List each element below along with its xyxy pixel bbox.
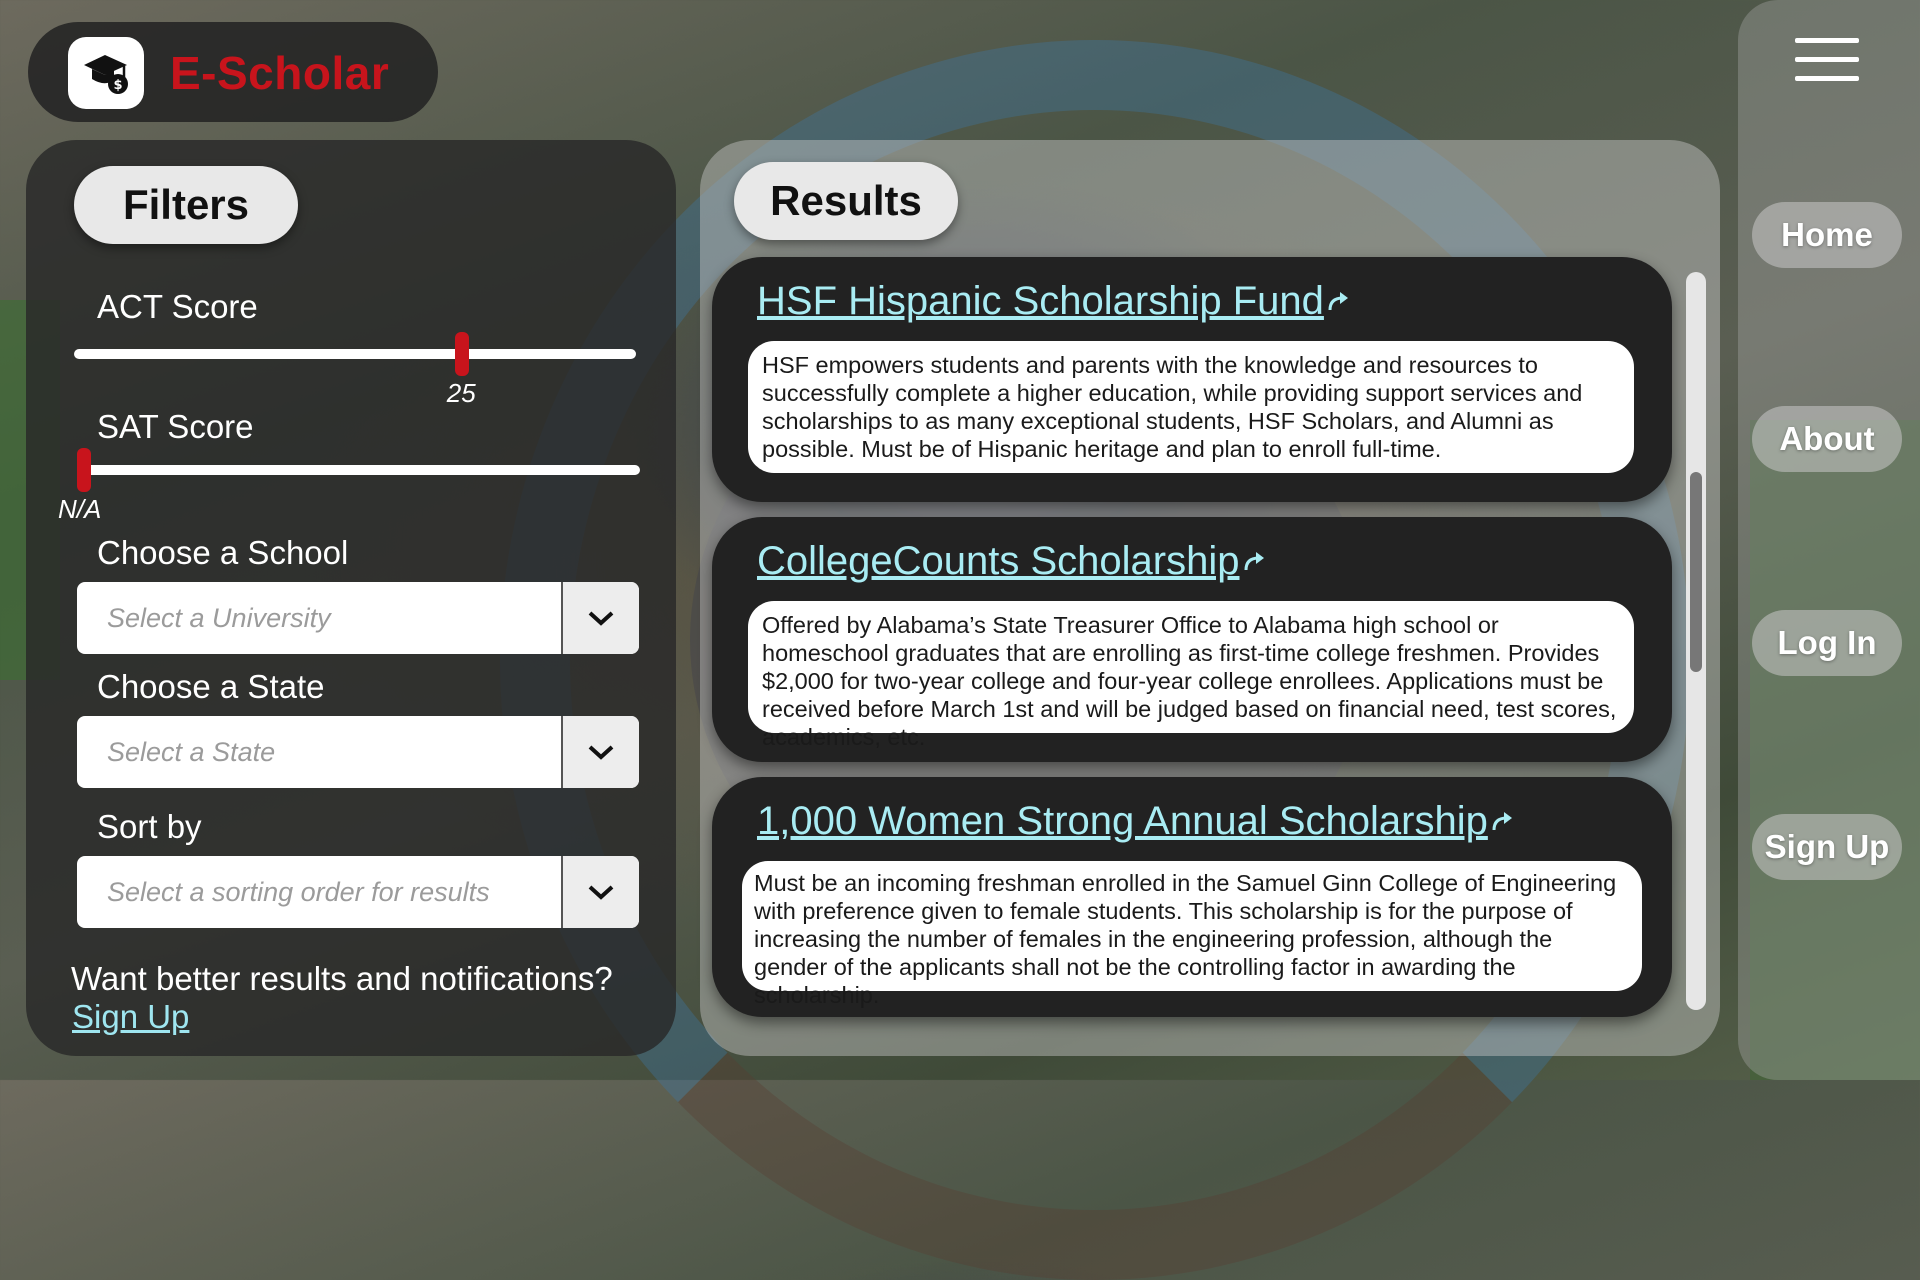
sat-score-label: SAT Score xyxy=(97,408,254,445)
result-card: 1,000 Women Strong Annual Scholarship Mu… xyxy=(712,777,1672,1017)
nav-about-button[interactable]: About xyxy=(1752,406,1902,472)
hamburger-menu-icon[interactable] xyxy=(1795,38,1859,82)
result-description: Must be an incoming freshman enrolled in… xyxy=(742,861,1642,1008)
state-select[interactable]: Select a State xyxy=(77,716,639,788)
external-link-icon[interactable] xyxy=(1242,539,1266,584)
act-score-slider-thumb[interactable] xyxy=(454,332,469,376)
act-score-value: 25 xyxy=(446,378,476,408)
filters-heading: Filters xyxy=(74,166,298,244)
result-title-text[interactable]: 1,000 Women Strong Annual Scholarship xyxy=(757,799,1488,843)
result-title-link[interactable]: 1,000 Women Strong Annual Scholarship xyxy=(757,799,1514,844)
sat-score-value: N/A xyxy=(58,494,102,524)
result-description: HSF empowers students and parents with t… xyxy=(748,341,1634,473)
sort-select[interactable]: Select a sorting order for results xyxy=(77,856,639,928)
chevron-down-icon[interactable] xyxy=(561,856,639,928)
result-description: Offered by Alabama’s State Treasurer Off… xyxy=(748,601,1634,750)
chevron-down-icon[interactable] xyxy=(561,582,639,654)
act-score-label: ACT Score xyxy=(97,288,258,325)
result-card: CollegeCounts Scholarship Offered by Ala… xyxy=(712,517,1672,762)
sat-score-slider-thumb[interactable] xyxy=(77,448,91,492)
sort-select-placeholder: Select a sorting order for results xyxy=(107,877,490,907)
school-select-placeholder: Select a University xyxy=(107,603,331,633)
signup-promo-text: Want better results and notifications? xyxy=(71,960,613,997)
sat-score-slider-track[interactable] xyxy=(78,465,640,475)
signup-promo-link[interactable]: Sign Up xyxy=(72,998,189,1036)
results-scrollbar-thumb[interactable] xyxy=(1690,472,1702,672)
result-title-text[interactable]: HSF Hispanic Scholarship Fund xyxy=(757,279,1324,323)
svg-text:$: $ xyxy=(113,78,122,93)
nav-home-button[interactable]: Home xyxy=(1752,202,1902,268)
result-title-link[interactable]: HSF Hispanic Scholarship Fund xyxy=(757,279,1350,324)
external-link-icon[interactable] xyxy=(1326,279,1350,324)
result-title-text[interactable]: CollegeCounts Scholarship xyxy=(757,539,1240,583)
results-heading: Results xyxy=(734,162,958,240)
nav-login-button[interactable]: Log In xyxy=(1752,610,1902,676)
nav-signup-button[interactable]: Sign Up xyxy=(1752,814,1902,880)
school-label: Choose a School xyxy=(97,534,349,571)
sort-label: Sort by xyxy=(97,808,202,845)
state-select-placeholder: Select a State xyxy=(107,737,276,767)
external-link-icon[interactable] xyxy=(1490,799,1514,844)
result-title-link[interactable]: CollegeCounts Scholarship xyxy=(757,539,1266,584)
app-title: E-Scholar xyxy=(170,47,390,99)
graduation-cap-dollar-icon[interactable]: $ xyxy=(68,37,144,109)
nav-panel xyxy=(1738,0,1920,1080)
result-card: HSF Hispanic Scholarship Fund HSF empowe… xyxy=(712,257,1672,502)
school-select[interactable]: Select a University xyxy=(77,582,639,654)
chevron-down-icon[interactable] xyxy=(561,716,639,788)
act-score-slider-track[interactable] xyxy=(74,349,636,359)
state-label: Choose a State xyxy=(97,668,325,705)
